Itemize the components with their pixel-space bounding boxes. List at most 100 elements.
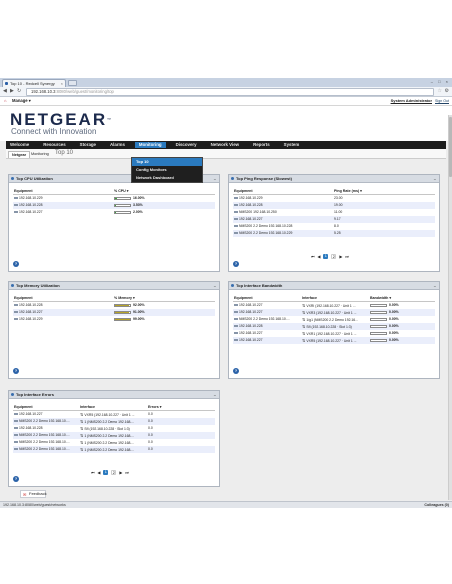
reload-icon[interactable]: ↻ xyxy=(17,89,21,94)
nav-alarms[interactable]: Alarms xyxy=(110,142,125,148)
equipment-name[interactable]: 192.168.10.227 xyxy=(19,310,43,314)
nav-resources[interactable]: Resources xyxy=(43,142,65,148)
new-tab-button[interactable] xyxy=(68,80,77,86)
address-input[interactable]: 192.168.10.3:8080/web/guest/monitoring/t… xyxy=(26,88,434,96)
equipment-name[interactable]: 192.168.10.228 xyxy=(239,203,263,207)
help-icon[interactable]: ? xyxy=(233,368,239,374)
subtab-top-10[interactable]: Top 10 xyxy=(52,150,76,157)
page-scrollbar[interactable] xyxy=(448,115,452,500)
page-1[interactable]: 1 xyxy=(103,470,109,475)
interface-name[interactable]: VXR5 (192.168.10.227 · Unit 1 ... xyxy=(84,413,134,417)
browser-tab[interactable]: Top 10 - Redcell Synergy × xyxy=(2,79,66,87)
minimize-icon[interactable]: – xyxy=(214,282,216,290)
interface-name[interactable]: SfI (192.168.10.228 · Slot 1:3) xyxy=(306,325,351,329)
interface-name[interactable]: 1 (NMS200 2.2 Demo 192.168.... xyxy=(84,441,134,445)
table-row[interactable]: 192.168.10.227 ⇅VXR3 (192.168.10.227 · Un… xyxy=(233,308,435,316)
interface-name[interactable]: 1 (NMS200 2.2 Demo 192.168.... xyxy=(84,420,134,424)
tab-close-icon[interactable]: × xyxy=(61,80,63,87)
manage-menu[interactable]: Manage ▾ xyxy=(12,98,31,103)
interface-name[interactable]: VXR5 (192.168.10.227 · Unit 1 ... xyxy=(306,339,356,343)
equipment-name[interactable]: 192.168.10.227 xyxy=(19,210,43,214)
equipment-name[interactable]: NMS200 2.2 Demo 192.168.10.... xyxy=(19,433,70,437)
prev-page-icon[interactable]: ◀ xyxy=(97,470,100,475)
table-row[interactable]: 192.168.10.227 91.00% xyxy=(13,308,215,316)
table-row[interactable]: 192.168.10.227 2.00% xyxy=(13,209,215,216)
home-icon[interactable]: ⌂ xyxy=(4,99,6,103)
interface-name[interactable]: 1/g1 (NMS200 2.2 Demo 192.16... xyxy=(306,318,358,322)
help-icon[interactable]: ? xyxy=(233,261,239,267)
nav-welcome[interactable]: Welcome xyxy=(10,142,29,148)
equipment-name[interactable]: 192.168.10.228 xyxy=(19,303,43,307)
menu-item-top-10[interactable]: Top 10 xyxy=(132,158,202,166)
next-page-icon[interactable]: ▶ xyxy=(119,470,122,475)
menu-item-config-monitors[interactable]: Config Monitors xyxy=(132,166,202,174)
table-row[interactable]: 192.168.10.229 23.00 xyxy=(233,195,435,202)
interface-name[interactable]: 1 (NMS200 2.2 Demo 192.168.... xyxy=(84,434,134,438)
back-icon[interactable]: ◀ xyxy=(3,89,7,94)
equipment-name[interactable]: 192.168.10.229 xyxy=(19,317,43,321)
minimize-icon[interactable]: – xyxy=(434,175,436,183)
first-page-icon[interactable]: ⏮ xyxy=(91,471,94,475)
minimize-icon[interactable]: – xyxy=(214,175,216,183)
subtab-monitoring[interactable]: Monitoring xyxy=(28,151,52,157)
nav-network-view[interactable]: Network View xyxy=(211,142,239,148)
table-row[interactable]: NMS200 2.2 Demo 192.168.10.229 5.25 xyxy=(233,229,435,237)
table-row[interactable]: NMS200 2.2 Demo 192.168.10.... ⇅1/g1 (NMS… xyxy=(233,316,435,323)
equipment-name[interactable]: 192.168.10.227 xyxy=(239,303,263,307)
interface-name[interactable]: 1 (NMS200 2.2 Demo 192.168.... xyxy=(84,448,134,452)
nav-discovery[interactable]: Discovery xyxy=(176,142,197,148)
equipment-name[interactable]: 192.168.10.227 xyxy=(239,217,263,221)
table-row[interactable]: NMS200 2.2 Demo 192.168.10.... ⇅1 (NMS200… xyxy=(13,445,215,453)
nav-system[interactable]: System xyxy=(284,142,300,148)
table-row[interactable]: 192.168.10.228 ⇅SfI (192.168.10.228 · Slo… xyxy=(13,425,215,432)
equipment-name[interactable]: NMS200 2.2 Demo 192.168.10.229 xyxy=(239,231,292,235)
table-row[interactable]: NMS200 2.2 Demo 192.168.10.228 8.0 xyxy=(233,223,435,230)
table-row[interactable]: 192.168.10.227 ⇅VXR5 (192.168.10.227 · Un… xyxy=(233,336,435,344)
wrench-icon[interactable]: ⚙ xyxy=(445,89,449,94)
minimize-icon[interactable]: – xyxy=(214,391,216,399)
last-page-icon[interactable]: ⏭ xyxy=(125,471,128,475)
page-2[interactable]: 2 xyxy=(331,254,337,259)
equipment-name[interactable]: NMS200 2.2 Demo 192.168.10.... xyxy=(19,447,70,451)
table-row[interactable]: 192.168.10.228 19.00 xyxy=(233,201,435,209)
table-row[interactable]: NMS200 192.168.10.250 11.00 xyxy=(233,209,435,216)
equipment-name[interactable]: NMS200 192.168.10.250 xyxy=(239,210,277,214)
colleagues-link[interactable]: Colleagues (0) xyxy=(424,502,449,508)
nav-reports[interactable]: Reports xyxy=(253,142,270,148)
equipment-name[interactable]: 192.168.10.229 xyxy=(239,196,263,200)
table-row[interactable]: 192.168.10.227 ⇅VXR5 (192.168.10.227 · Un… xyxy=(13,411,215,418)
table-row[interactable]: 192.168.10.228 ⇅SfI (192.168.10.228 · Slo… xyxy=(233,322,435,330)
help-icon[interactable]: ? xyxy=(13,261,19,267)
table-row[interactable]: 192.168.10.227 9.17 xyxy=(233,215,435,223)
table-row[interactable]: 192.168.10.227 ⇅VXR1 (192.168.10.227 · Un… xyxy=(233,330,435,337)
window-controls[interactable]: – □ × xyxy=(431,79,450,84)
table-row[interactable]: NMS200 2.2 Demo 192.168.10.... ⇅1 (NMS200… xyxy=(13,417,215,425)
help-icon[interactable]: ? xyxy=(13,476,19,482)
equipment-name[interactable]: 192.168.10.227 xyxy=(19,412,43,416)
last-page-icon[interactable]: ⏭ xyxy=(345,255,348,259)
equipment-name[interactable]: NMS200 2.2 Demo 192.168.10.228 xyxy=(239,224,292,228)
nav-storage[interactable]: Storage xyxy=(80,142,96,148)
menu-item-network-dashboard[interactable]: Network Dashboard xyxy=(132,174,202,182)
equipment-name[interactable]: 192.168.10.228 xyxy=(19,426,43,430)
forward-icon[interactable]: ▶ xyxy=(10,89,14,94)
interface-name[interactable]: VXRI (192.168.10.227 · Unit 1 ... xyxy=(306,304,355,308)
page-1[interactable]: 1 xyxy=(323,254,329,259)
table-row[interactable]: 192.168.10.228 92.00% xyxy=(13,302,215,309)
equipment-name[interactable]: NMS200 2.2 Demo 192.168.10.... xyxy=(19,419,70,423)
table-row[interactable]: 192.168.10.229 16.00% xyxy=(13,195,215,202)
next-page-icon[interactable]: ▶ xyxy=(339,254,342,259)
equipment-name[interactable]: 192.168.10.227 xyxy=(239,331,263,335)
interface-name[interactable]: VXR1 (192.168.10.227 · Unit 1 ... xyxy=(306,332,356,336)
equipment-name[interactable]: 192.168.10.228 xyxy=(19,203,43,207)
table-row[interactable]: NMS200 2.2 Demo 192.168.10.... ⇅1 (NMS200… xyxy=(13,439,215,446)
feedback-button[interactable]: ✉ Feedback xyxy=(20,490,47,498)
sign-out-link[interactable]: Sign Out xyxy=(435,99,449,103)
help-icon[interactable]: ? xyxy=(13,368,19,374)
prev-page-icon[interactable]: ◀ xyxy=(317,254,320,259)
user-menu[interactable]: System Administrator xyxy=(391,99,432,103)
table-row[interactable]: 192.168.10.229 99.00% xyxy=(13,316,215,323)
nav-monitoring[interactable]: Monitoring xyxy=(134,142,166,148)
interface-name[interactable]: SfI (192.168.10.228 · Slot 1:3) xyxy=(84,427,129,431)
equipment-name[interactable]: 192.168.10.229 xyxy=(19,196,43,200)
